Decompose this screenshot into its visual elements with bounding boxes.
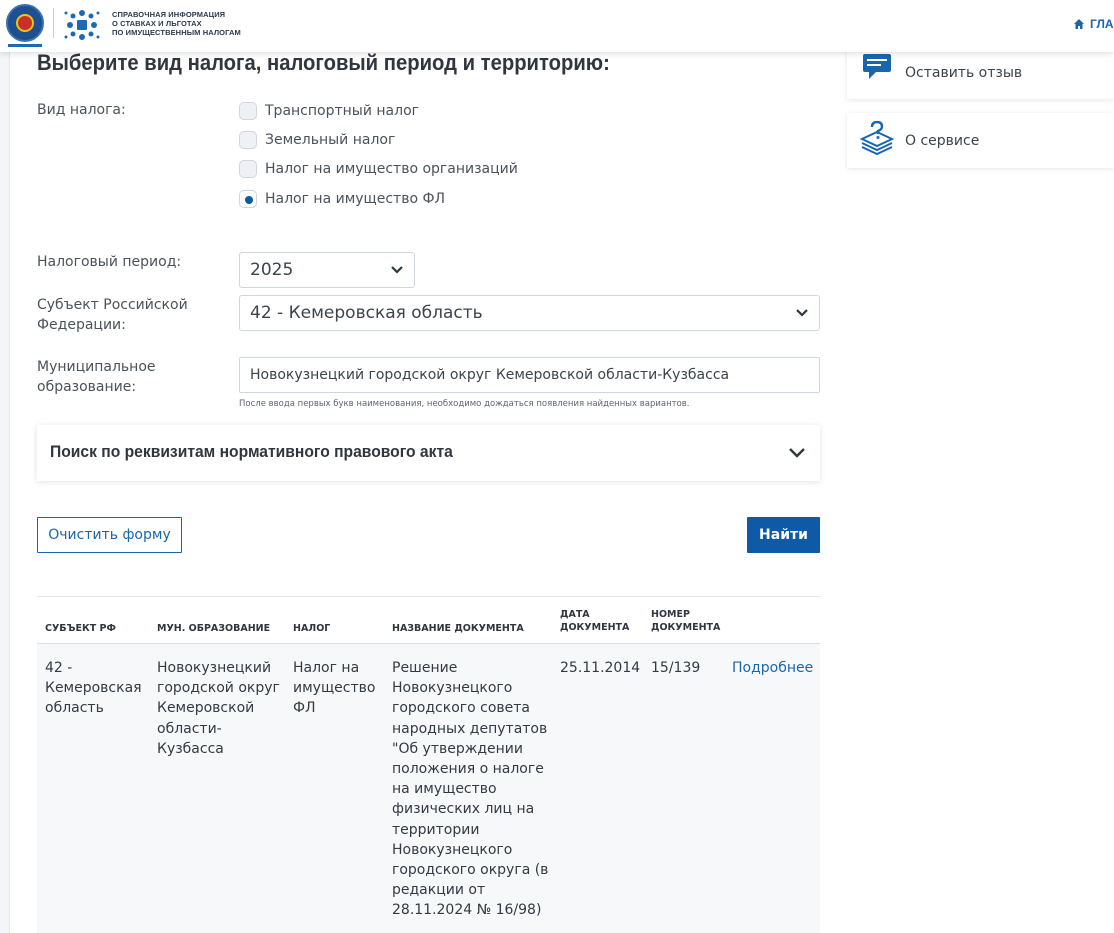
tax-period-select[interactable]: 2025 xyxy=(239,252,415,288)
radio-land-tax[interactable]: Земельный налог xyxy=(239,131,395,149)
logo-divider xyxy=(53,8,54,38)
home-link[interactable]: ГЛА xyxy=(1073,17,1114,31)
radio-transport-tax[interactable]: Транспортный налог xyxy=(239,102,419,120)
tax-period-label: Налоговый период: xyxy=(37,254,182,270)
logo-underline xyxy=(8,44,42,47)
radio-personal-property-tax[interactable]: Налог на имущество ФЛ xyxy=(239,190,445,208)
table-header: СУБЪЕКТ РФ МУН. ОБРАЗОВАНИЕ НАЛОГ НАЗВАН… xyxy=(37,596,820,644)
radio-button[interactable] xyxy=(239,102,257,120)
fns-emblem-logo[interactable] xyxy=(6,4,44,42)
find-button[interactable]: Найти xyxy=(747,517,820,553)
page-left-edge xyxy=(0,0,10,933)
header-doc-name: НАЗВАНИЕ ДОКУМЕНТА xyxy=(392,623,524,634)
header-doc-number: НОМЕР ДОКУМЕНТА xyxy=(651,609,721,633)
service-logo-icon[interactable] xyxy=(62,5,102,45)
top-header: СПРАВОЧНАЯ ИНФОРМАЦИЯ О СТАВКАХ И ЛЬГОТА… xyxy=(0,0,1114,52)
home-icon xyxy=(1074,19,1084,29)
details-link[interactable]: Подробнее xyxy=(732,658,813,678)
results-table: СУБЪЕКТ РФ МУН. ОБРАЗОВАНИЕ НАЛОГ НАЗВАН… xyxy=(37,596,820,933)
cell-municipality: Новокузнецкий городской округ Кемеровско… xyxy=(157,660,280,757)
cell-tax: Налог на имущество ФЛ xyxy=(293,660,376,717)
page-title: Выберите вид налога, налоговый период и … xyxy=(37,50,610,75)
municipality-input[interactable]: Новокузнецкий городской округ Кемеровско… xyxy=(239,357,820,393)
home-link-label: ГЛА xyxy=(1090,17,1114,31)
accordion-title: Поиск по реквизитам нормативного правово… xyxy=(50,442,453,461)
radio-org-property-tax[interactable]: Налог на имущество организаций xyxy=(239,160,518,178)
about-service-label: О сервисе xyxy=(905,133,980,149)
feedback-label: Оставить отзыв xyxy=(905,65,1023,81)
radio-label: Земельный налог xyxy=(265,132,396,148)
radio-button[interactable] xyxy=(239,160,257,178)
header-tax: НАЛОГ xyxy=(293,623,331,634)
speech-bubble-icon xyxy=(863,54,891,79)
subject-value: 42 - Кемеровская область xyxy=(250,303,483,323)
cell-doc-number: 15/139 xyxy=(651,660,701,676)
feedback-card[interactable]: Оставить отзыв xyxy=(847,44,1114,99)
about-service-card[interactable]: О сервисе xyxy=(847,113,1114,168)
radio-label: Транспортный налог xyxy=(265,103,419,119)
municipality-label: Муниципальное образование: xyxy=(37,359,156,395)
radio-button[interactable] xyxy=(239,131,257,149)
subject-select[interactable]: 42 - Кемеровская область xyxy=(239,295,820,331)
service-logo-text[interactable]: СПРАВОЧНАЯ ИНФОРМАЦИЯ О СТАВКАХ И ЛЬГОТА… xyxy=(112,10,241,37)
municipality-hint: После ввода первых букв наименования, не… xyxy=(239,399,690,409)
chevron-down-icon xyxy=(796,309,808,317)
table-row: 42 - Кемеровская область Новокузнецкий г… xyxy=(37,644,820,933)
subject-label: Субъект Российской Федерации: xyxy=(37,297,188,333)
radio-label: Налог на имущество организаций xyxy=(265,161,518,177)
header-subject: СУБЪЕКТ РФ xyxy=(45,623,116,634)
chevron-down-icon xyxy=(391,266,403,274)
header-doc-date: ДАТА ДОКУМЕНТА xyxy=(560,609,630,633)
search-by-act-accordion[interactable]: Поиск по реквизитам нормативного правово… xyxy=(37,425,820,481)
clear-form-button[interactable]: Очистить форму xyxy=(37,517,182,553)
help-question-icon xyxy=(859,121,895,156)
tax-type-label: Вид налога: xyxy=(37,102,126,118)
cell-subject: 42 - Кемеровская область xyxy=(45,660,142,717)
radio-button-selected[interactable] xyxy=(239,190,257,208)
chevron-down-icon[interactable] xyxy=(788,447,806,459)
header-municipality: МУН. ОБРАЗОВАНИЕ xyxy=(157,623,271,634)
radio-label: Налог на имущество ФЛ xyxy=(265,191,446,207)
tax-period-value: 2025 xyxy=(250,260,294,280)
cell-doc-name: Решение Новокузнецкого городского совета… xyxy=(392,660,549,919)
cell-doc-date: 25.11.2014 xyxy=(560,660,641,676)
